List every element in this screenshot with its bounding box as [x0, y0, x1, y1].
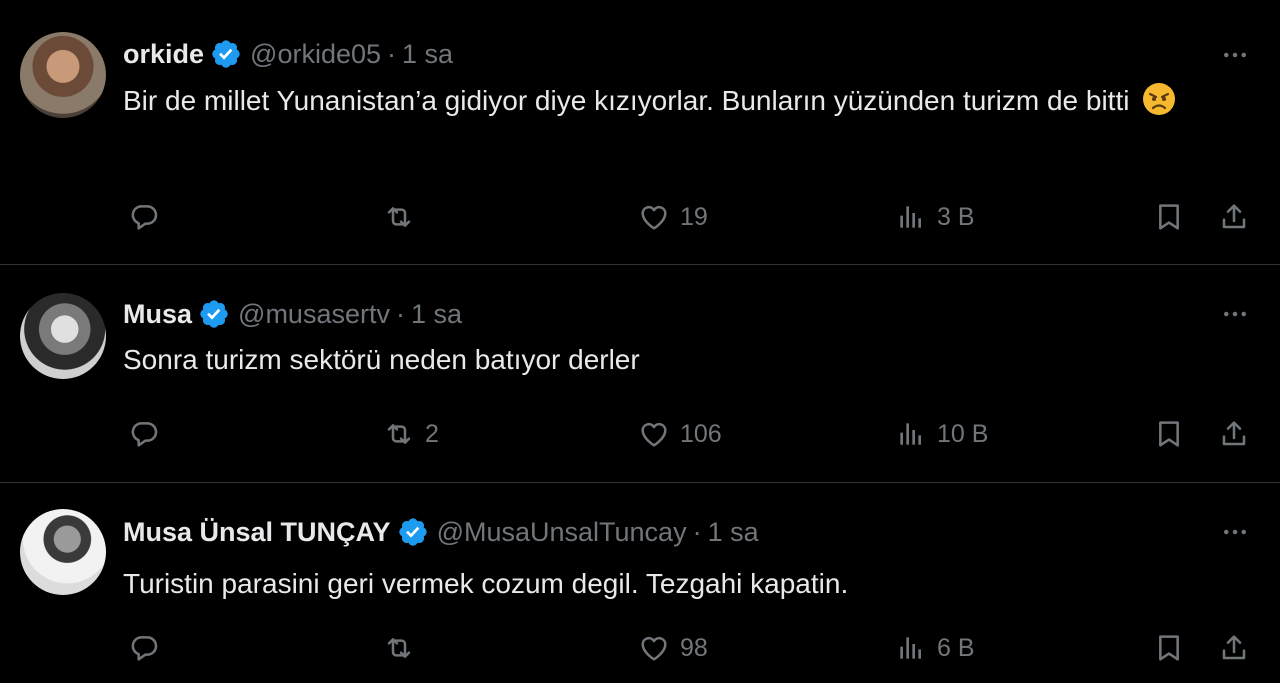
- share-button[interactable]: [1218, 412, 1250, 456]
- bookmark-button[interactable]: [1153, 412, 1185, 456]
- handle[interactable]: @MusaUnsalTuncay: [437, 517, 687, 548]
- tweet-text: Bir de millet Yunanistan’a gidiyor diye …: [123, 80, 1243, 122]
- more-icon[interactable]: [1218, 299, 1252, 329]
- retweet-icon: [383, 632, 415, 664]
- reply-button[interactable]: [128, 195, 170, 239]
- bookmark-button[interactable]: [1153, 626, 1185, 670]
- share-icon: [1218, 418, 1250, 450]
- timestamp[interactable]: 1 sa: [402, 39, 453, 70]
- views-icon: [895, 201, 927, 233]
- bookmark-icon: [1153, 418, 1185, 450]
- reply-icon: [128, 632, 160, 664]
- like-count: 106: [680, 419, 722, 448]
- handle[interactable]: @orkide05: [250, 39, 381, 70]
- display-name[interactable]: Musa: [123, 299, 192, 330]
- retweet-button[interactable]: [383, 195, 425, 239]
- share-button[interactable]: [1218, 195, 1250, 239]
- like-icon: [638, 418, 670, 450]
- reply-icon: [128, 201, 160, 233]
- bookmark-button[interactable]: [1153, 195, 1185, 239]
- display-name[interactable]: Musa Ünsal TUNÇAY: [123, 517, 391, 548]
- tweet-text: Turistin parasini geri vermek cozum degi…: [123, 563, 1243, 605]
- like-count: 19: [680, 202, 708, 231]
- tweet-text: Sonra turizm sektörü neden batıyor derle…: [123, 339, 1243, 381]
- angry-face-emoji: [1143, 83, 1176, 115]
- tweet-header: orkide @orkide05 · 1 sa: [123, 34, 453, 74]
- tweet-header: Musa @musasertv · 1 sa: [123, 294, 462, 334]
- tweet[interactable]: orkide @orkide05 · 1 sa Bir de millet Yu…: [0, 0, 1280, 265]
- retweet-icon: [383, 201, 415, 233]
- avatar[interactable]: [20, 32, 106, 118]
- more-icon[interactable]: [1218, 517, 1252, 547]
- retweet-icon: [383, 418, 415, 450]
- tweet-actions: 98 6 B: [0, 626, 1280, 670]
- tweet-text-content: Sonra turizm sektörü neden batıyor derle…: [123, 344, 640, 375]
- bookmark-icon: [1153, 201, 1185, 233]
- views-button[interactable]: 10 B: [895, 412, 988, 456]
- timestamp[interactable]: 1 sa: [411, 299, 462, 330]
- reply-button[interactable]: [128, 626, 170, 670]
- tweet[interactable]: Musa @musasertv · 1 sa Sonra turizm sekt…: [0, 265, 1280, 483]
- tweet[interactable]: Musa Ünsal TUNÇAY @MusaUnsalTuncay · 1 s…: [0, 483, 1280, 683]
- tweet-actions: 2 106 10 B: [0, 412, 1280, 456]
- like-count: 98: [680, 633, 708, 662]
- more-icon[interactable]: [1218, 40, 1252, 70]
- verified-badge-icon: [198, 298, 230, 330]
- reply-button[interactable]: [128, 412, 170, 456]
- share-icon: [1218, 632, 1250, 664]
- view-count: 6 B: [937, 633, 975, 662]
- like-icon: [638, 632, 670, 664]
- like-button[interactable]: 106: [638, 412, 722, 456]
- retweet-button[interactable]: 2: [383, 412, 439, 456]
- tweet-text-content: Turistin parasini geri vermek cozum degi…: [123, 568, 849, 599]
- reply-icon: [128, 418, 160, 450]
- tweet-text-content: Bir de millet Yunanistan’a gidiyor diye …: [123, 85, 1130, 116]
- separator: ·: [692, 516, 702, 547]
- timestamp[interactable]: 1 sa: [708, 517, 759, 548]
- view-count: 10 B: [937, 419, 989, 448]
- views-icon: [895, 418, 927, 450]
- avatar[interactable]: [20, 293, 106, 379]
- bookmark-icon: [1153, 632, 1185, 664]
- verified-badge-icon: [397, 516, 429, 548]
- views-icon: [895, 632, 927, 664]
- display-name[interactable]: orkide: [123, 39, 204, 70]
- handle[interactable]: @musasertv: [238, 299, 390, 330]
- separator: ·: [395, 298, 405, 329]
- views-button[interactable]: 3 B: [895, 195, 975, 239]
- verified-badge-icon: [210, 38, 242, 70]
- separator: ·: [387, 38, 397, 69]
- views-button[interactable]: 6 B: [895, 626, 975, 670]
- tweet-feed: orkide @orkide05 · 1 sa Bir de millet Yu…: [0, 0, 1280, 683]
- like-button[interactable]: 19: [638, 195, 708, 239]
- retweet-button[interactable]: [383, 626, 425, 670]
- retweet-count: 2: [425, 419, 439, 448]
- tweet-header: Musa Ünsal TUNÇAY @MusaUnsalTuncay · 1 s…: [123, 512, 759, 552]
- like-button[interactable]: 98: [638, 626, 708, 670]
- tweet-actions: 19 3 B: [0, 195, 1280, 239]
- like-icon: [638, 201, 670, 233]
- share-icon: [1218, 201, 1250, 233]
- avatar[interactable]: [20, 509, 106, 595]
- share-button[interactable]: [1218, 626, 1250, 670]
- view-count: 3 B: [937, 202, 975, 231]
